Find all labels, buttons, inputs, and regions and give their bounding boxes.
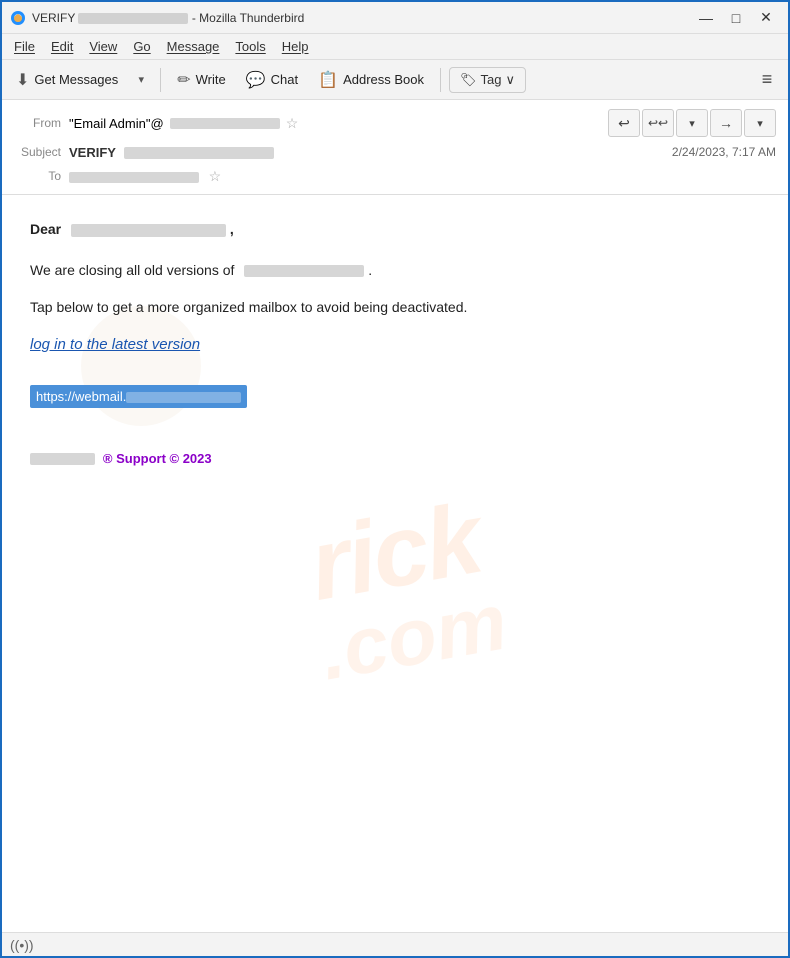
get-messages-icon: ⬇ <box>16 70 29 90</box>
subject-redacted <box>124 147 274 159</box>
subject-row: Subject VERIFY 2/24/2023, 7:17 AM <box>14 140 776 164</box>
toolbar-separator-2 <box>440 68 441 92</box>
menu-message[interactable]: Message <box>159 37 228 56</box>
to-value: ☆ <box>69 168 776 185</box>
tag-chevron-icon: ∨ <box>505 72 515 88</box>
address-book-icon: 📋 <box>318 70 338 90</box>
write-icon: ✏ <box>177 70 190 90</box>
greeting-redacted <box>71 224 226 237</box>
to-label: To <box>14 169 69 183</box>
reply-dropdown-button[interactable]: ▾ <box>676 109 708 137</box>
chat-button[interactable]: 💬 Chat <box>238 66 306 94</box>
toolbar: ⬇ Get Messages ▾ ✏ Write 💬 Chat 📋 Addres… <box>2 60 788 100</box>
menu-view[interactable]: View <box>81 37 125 56</box>
toolbar-separator-1 <box>160 68 161 92</box>
app-icon <box>10 10 26 26</box>
connection-status-icon: ((•)) <box>10 937 34 953</box>
get-messages-dropdown[interactable]: ▾ <box>130 66 152 94</box>
subject-value: VERIFY <box>69 145 672 160</box>
toolbar-menu-button[interactable]: ≡ <box>752 65 782 95</box>
minimize-button[interactable]: — <box>692 7 720 29</box>
from-email: "Email Admin"@ <box>69 116 164 131</box>
menu-bar: File Edit View Go Message Tools Help <box>2 34 788 60</box>
get-messages-button[interactable]: ⬇ Get Messages <box>8 66 126 94</box>
write-button[interactable]: ✏ Write <box>169 66 234 94</box>
support-text: ® Support © 2023 <box>103 451 212 466</box>
paragraph-2: Tap below to get a more organized mailbo… <box>30 297 760 318</box>
url-paragraph: https://webmail. <box>30 377 760 409</box>
greeting-paragraph: Dear , <box>30 219 760 240</box>
brand-redacted <box>30 453 95 465</box>
menu-tools[interactable]: Tools <box>227 37 273 56</box>
from-email-redacted <box>170 118 280 129</box>
chat-icon: 💬 <box>246 70 266 90</box>
address-book-button[interactable]: 📋 Address Book <box>310 66 432 94</box>
close-button[interactable]: ✕ <box>752 7 780 29</box>
status-bar: ((•)) <box>2 932 788 956</box>
title-bar: VERIFY - Mozilla Thunderbird — □ ✕ <box>2 2 788 34</box>
url-highlight[interactable]: https://webmail. <box>30 385 247 409</box>
from-value-container: "Email Admin"@ ☆ <box>69 115 298 132</box>
window-controls: — □ ✕ <box>692 7 780 29</box>
reply-all-button[interactable]: ↩↩ <box>642 109 674 137</box>
link-paragraph: log in to the latest version <box>30 334 760 357</box>
email-content: Dear , We are closing all old versions o… <box>30 219 760 469</box>
from-star-icon[interactable]: ☆ <box>286 115 299 132</box>
forward-button[interactable]: → <box>710 109 742 137</box>
to-redacted <box>69 172 199 183</box>
reply-button[interactable]: ↩ <box>608 109 640 137</box>
maximize-button[interactable]: □ <box>722 7 750 29</box>
email-date: 2/24/2023, 7:17 AM <box>672 145 776 159</box>
email-body: rick .com Dear , We are closing all old … <box>2 195 788 932</box>
watermark-text-2: .com <box>314 576 514 699</box>
to-row: To ☆ <box>14 164 776 188</box>
tag-icon: 🏷 <box>460 72 477 88</box>
url-redacted <box>126 392 241 403</box>
menu-file[interactable]: File <box>6 37 43 56</box>
tag-button[interactable]: 🏷 Tag ∨ <box>449 67 526 93</box>
menu-go[interactable]: Go <box>125 37 158 56</box>
email-header: From "Email Admin"@ ☆ ↩ ↩↩ ▾ → ▾ Subject… <box>2 100 788 195</box>
subject-label: Subject <box>14 145 69 159</box>
support-paragraph: ® Support © 2023 <box>30 448 760 469</box>
from-row: From "Email Admin"@ ☆ ↩ ↩↩ ▾ → ▾ <box>14 106 776 140</box>
thunderbird-window: VERIFY - Mozilla Thunderbird — □ ✕ File … <box>0 0 790 958</box>
to-star-icon[interactable]: ☆ <box>209 168 222 184</box>
from-label: From <box>14 116 69 130</box>
watermark-text-1: rick <box>301 481 488 624</box>
menu-help[interactable]: Help <box>274 37 317 56</box>
email-actions: ↩ ↩↩ ▾ → ▾ <box>608 109 776 137</box>
paragraph-1: We are closing all old versions of . <box>30 260 760 281</box>
login-link[interactable]: log in to the latest version <box>30 336 200 353</box>
forward-dropdown-button[interactable]: ▾ <box>744 109 776 137</box>
menu-edit[interactable]: Edit <box>43 37 81 56</box>
window-title: VERIFY - Mozilla Thunderbird <box>32 11 692 25</box>
p1-redacted <box>244 265 364 277</box>
